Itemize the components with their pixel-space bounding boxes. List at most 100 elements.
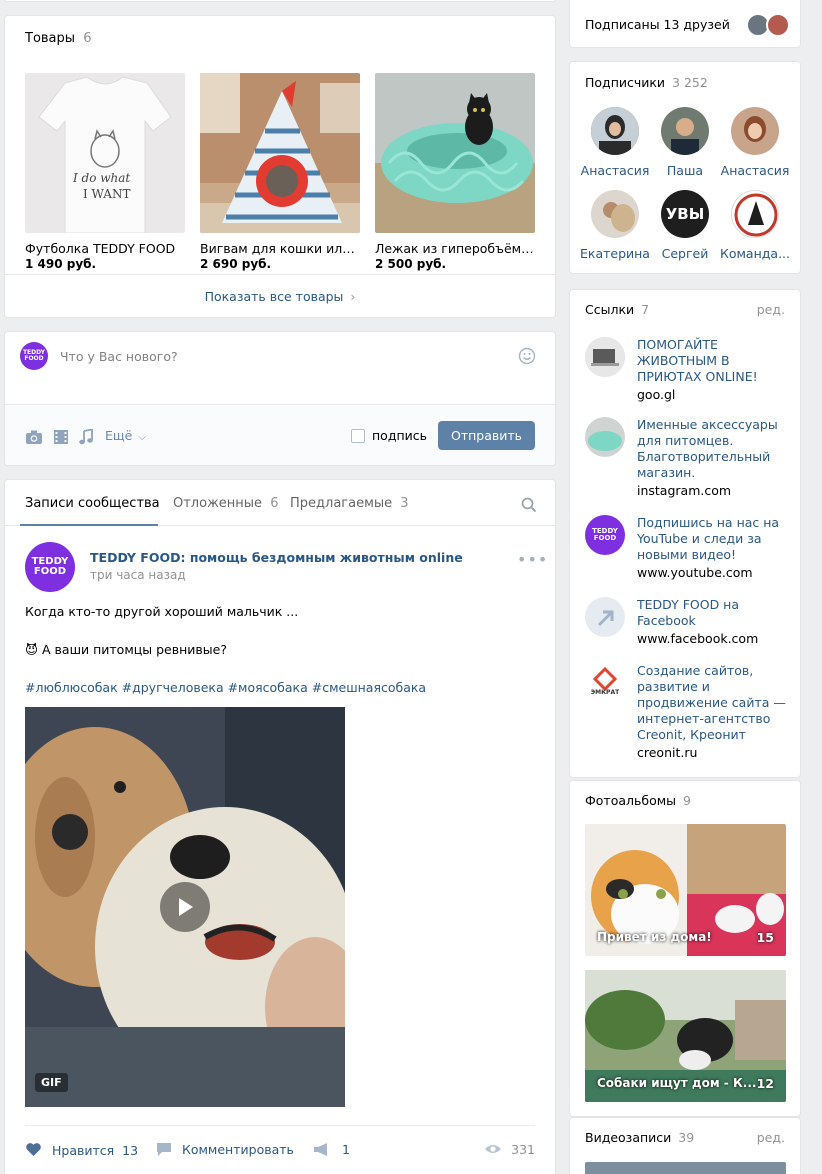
share-arrow-icon (597, 610, 614, 627)
send-button[interactable]: Отправить (438, 421, 535, 450)
link-title[interactable]: Именные аксессуары для питомцев. Благотв… (637, 417, 787, 481)
tshirt-image[interactable]: I do what I WANT (25, 73, 185, 233)
smile-icon[interactable] (518, 347, 536, 365)
videos-edit-link[interactable]: ред. (757, 1130, 785, 1145)
post-menu-icon[interactable]: ••• (517, 550, 548, 569)
followers-card: Подписчики 3 252 Анастасия Паша Анастаси… (569, 61, 801, 274)
tab-postponed[interactable]: Отложенные 6 (173, 496, 278, 511)
tshirt-illustration (38, 76, 172, 233)
goods-item[interactable]: Лежак из гиперобъёмн... 2 500 руб. (375, 73, 535, 271)
composer-toolbar: Ещё ⌵ подпись Отправить (5, 404, 555, 465)
tab-count: 3 (400, 496, 409, 511)
videos-header[interactable]: Видеозаписи 39 (585, 1130, 694, 1145)
follower-avatar-text: УВЫ (665, 205, 705, 223)
link-title[interactable]: TEDDY FOOD на Facebook (637, 597, 787, 629)
chevron-right-icon: › (350, 289, 356, 304)
followers-title: Подписчики (585, 75, 666, 90)
post-text-line1: Когда кто-то другой хороший мальчик ... (25, 604, 299, 619)
link-text: Подпишись на нас на YouTube и следи за н… (637, 515, 787, 581)
follower-avatar[interactable] (731, 190, 779, 238)
link-title[interactable]: ПОМОГАЙТЕ ЖИВОТНЫМ В ПРИЮТАХ ONLINE! (637, 337, 787, 385)
chevron-down-icon: ⌵ (138, 432, 146, 443)
goods-item[interactable]: Вигвам для кошки или с... 2 690 руб. (200, 73, 360, 271)
post-gif[interactable]: GIF (25, 707, 345, 1107)
link-icon-text: TEDDY FOOD (592, 527, 618, 542)
person-photo (591, 107, 639, 155)
follower-name[interactable]: Анастасия (575, 163, 655, 178)
composer-avatar[interactable]: TEDDY FOOD (20, 342, 48, 370)
followers-header[interactable]: Подписчики 3 252 (585, 75, 708, 90)
more-attachments-button[interactable]: Ещё ⌵ (105, 428, 146, 443)
post-author-name[interactable]: TEDDY FOOD: помощь бездомным животным on… (90, 550, 463, 565)
goods-title: Товары (25, 31, 76, 46)
video-icon[interactable] (53, 429, 69, 445)
search-icon[interactable] (521, 497, 537, 513)
post-avatar-text: TEDDY FOOD (31, 556, 69, 577)
post-hashtags[interactable]: #люблюсобак #другчеловека #моясобака #см… (25, 680, 426, 695)
cat-bed-image[interactable] (375, 73, 535, 233)
link-title[interactable]: Подпишись на нас на YouTube и следи за н… (637, 515, 787, 563)
signature-checkbox[interactable] (351, 429, 365, 443)
video-thumbnail[interactable] (585, 1162, 786, 1174)
team-logo-icon (734, 193, 778, 237)
agency-logo-text: ЭМКРАТ (590, 689, 620, 696)
subscribed-friends-card[interactable]: Подписаны 13 друзей (569, 0, 801, 48)
followers-count: 3 252 (672, 75, 708, 90)
follower-avatar[interactable] (591, 107, 639, 155)
link-title[interactable]: Создание сайтов, развитие и продвижение … (637, 663, 787, 743)
knit-bed-icon (585, 417, 625, 457)
goods-header[interactable]: Товары 6 (25, 31, 91, 46)
follower-avatar[interactable] (661, 107, 709, 155)
friend-avatar-mini[interactable] (766, 13, 790, 37)
tab-suggested[interactable]: Предлагаемые 3 (290, 496, 409, 511)
post-time[interactable]: три часа назад (90, 568, 186, 582)
show-all-goods-link[interactable]: Показать все товары › (5, 274, 555, 317)
goods-name[interactable]: Лежак из гиперобъёмн... (375, 241, 535, 256)
follower-name[interactable]: Сергей (645, 246, 725, 261)
albums-title: Фотоальбомы (585, 793, 677, 808)
composer-input[interactable]: Что у Вас нового? (60, 349, 178, 364)
like-count: 13 (122, 1143, 139, 1158)
goods-count: 6 (83, 31, 92, 46)
play-button[interactable] (160, 882, 210, 932)
gif-badge: GIF (35, 1073, 68, 1092)
follower-name[interactable]: Екатерина (575, 246, 655, 261)
links-edit-link[interactable]: ред. (757, 302, 785, 317)
wall-tabs: Записи сообщества Отложенные 6 Предлагае… (5, 480, 555, 526)
follower-avatar[interactable]: УВЫ (661, 190, 709, 238)
follower-avatar[interactable] (731, 107, 779, 155)
tab-label: Отложенные (173, 496, 263, 511)
follower-name[interactable]: Команда... (715, 246, 795, 261)
goods-name[interactable]: Футболка TEDDY FOOD (25, 241, 185, 256)
music-icon[interactable] (78, 429, 94, 445)
laptop-icon (585, 337, 625, 377)
videos-card: Видеозаписи 39 ред. (569, 1117, 801, 1174)
post-text-line2: 😈 А ваши питомцы ревнивые? (25, 642, 227, 657)
play-icon (179, 898, 193, 916)
links-title: Ссылки (585, 302, 635, 317)
post-author-avatar[interactable]: TEDDY FOOD (25, 542, 75, 592)
goods-name[interactable]: Вигвам для кошки или с... (200, 241, 360, 256)
albums-header[interactable]: Фотоальбомы 9 (585, 793, 691, 808)
like-button[interactable]: Нравится 13 (25, 1142, 138, 1158)
share-count: 1 (341, 1142, 350, 1157)
link-thumbnail: TEDDY FOOD (585, 515, 625, 555)
more-label: Ещё (105, 428, 133, 443)
goods-card: Товары 6 I do what I WANT Футболка TEDDY… (4, 15, 556, 318)
follower-avatar[interactable] (591, 190, 639, 238)
wigwam-image[interactable] (200, 73, 360, 233)
goods-item[interactable]: I do what I WANT Футболка TEDDY FOOD 1 4… (25, 73, 185, 271)
follower-name[interactable]: Анастасия (715, 163, 795, 178)
tab-label: Записи сообщества (25, 496, 160, 511)
comment-button[interactable]: Комментировать (156, 1142, 294, 1157)
album-item[interactable]: Собаки ищут дом - К... 12 (585, 970, 786, 1102)
album-item[interactable]: Привет из дома! 15 (585, 824, 786, 956)
camera-icon[interactable] (25, 429, 43, 445)
link-host: creonit.ru (637, 745, 698, 760)
tab-community-posts[interactable]: Записи сообщества (25, 496, 160, 511)
links-header[interactable]: Ссылки 7 (585, 302, 649, 317)
link-host: www.facebook.com (637, 631, 759, 646)
follower-name[interactable]: Паша (645, 163, 725, 178)
signature-label[interactable]: подпись (372, 428, 427, 443)
share-button[interactable]: 1 (313, 1142, 350, 1157)
